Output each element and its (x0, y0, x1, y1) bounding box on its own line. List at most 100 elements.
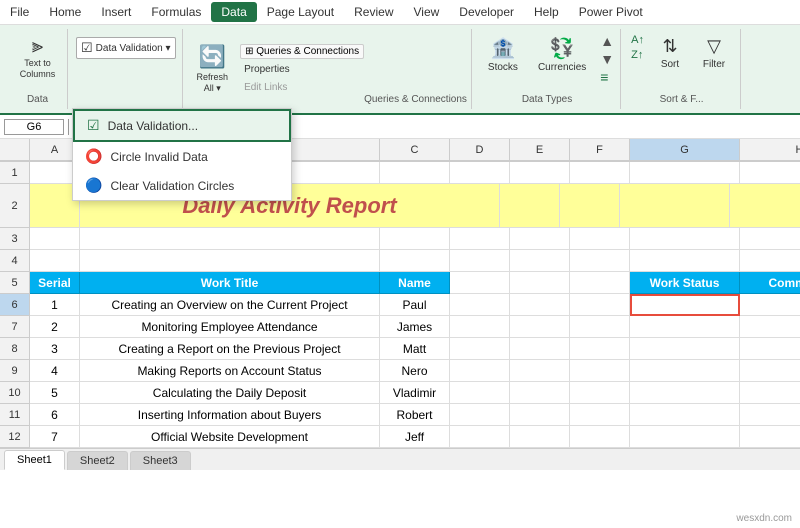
cell-c4[interactable] (380, 250, 450, 272)
menu-power-pivot[interactable]: Power Pivot (569, 2, 653, 22)
cell-f5[interactable] (570, 272, 630, 294)
cell-d4[interactable] (450, 250, 510, 272)
cell-a11[interactable]: 6 (30, 404, 80, 426)
cell-e5[interactable] (510, 272, 570, 294)
sheet-tab-1[interactable]: Sheet1 (4, 450, 65, 470)
cell-reference-input[interactable] (4, 119, 64, 135)
dropdown-data-validation[interactable]: ☑ Data Validation... (73, 109, 291, 142)
cell-f12[interactable] (570, 426, 630, 448)
cell-d8[interactable] (450, 338, 510, 360)
cell-h1[interactable] (740, 162, 800, 184)
filter-btn[interactable]: ▽ Filter (694, 33, 734, 73)
cell-h9[interactable] (740, 360, 800, 382)
row-header-7[interactable]: 7 (0, 316, 30, 338)
cell-c6[interactable]: Paul (380, 294, 450, 316)
row-header-12[interactable]: 12 (0, 426, 30, 448)
cell-f8[interactable] (570, 338, 630, 360)
cell-a6[interactable]: 1 (30, 294, 80, 316)
menu-page-layout[interactable]: Page Layout (257, 2, 344, 22)
cell-d6[interactable] (450, 294, 510, 316)
data-validation-btn[interactable]: ☑ Data Validation ▾ (76, 37, 176, 59)
currencies-btn[interactable]: 💱 Currencies (530, 33, 594, 85)
cell-b8[interactable]: Creating a Report on the Previous Projec… (80, 338, 380, 360)
cell-f4[interactable] (570, 250, 630, 272)
col-header-e[interactable]: E (510, 139, 570, 161)
cell-f10[interactable] (570, 382, 630, 404)
cell-c8[interactable]: Matt (380, 338, 450, 360)
row-header-3[interactable]: 3 (0, 228, 30, 250)
cell-g3[interactable] (630, 228, 740, 250)
cell-d5[interactable] (450, 272, 510, 294)
cell-e1[interactable] (510, 162, 570, 184)
cell-g6-selected[interactable] (630, 294, 740, 316)
cell-g7[interactable] (630, 316, 740, 338)
cell-h8[interactable] (740, 338, 800, 360)
col-header-d[interactable]: D (450, 139, 510, 161)
queries-connections-btn[interactable]: ⊞ Queries & Connections (240, 44, 364, 59)
dropdown-circle-invalid[interactable]: ⭕ Circle Invalid Data (73, 142, 291, 171)
row-header-8[interactable]: 8 (0, 338, 30, 360)
cell-g8[interactable] (630, 338, 740, 360)
row-header-10[interactable]: 10 (0, 382, 30, 404)
cell-c1[interactable] (380, 162, 450, 184)
col-header-f[interactable]: F (570, 139, 630, 161)
col-header-c[interactable]: C (380, 139, 450, 161)
cell-h2[interactable] (730, 184, 800, 228)
cell-e9[interactable] (510, 360, 570, 382)
row-header-11[interactable]: 11 (0, 404, 30, 426)
menu-review[interactable]: Review (344, 2, 403, 22)
menu-help[interactable]: Help (524, 2, 569, 22)
menu-insert[interactable]: Insert (91, 2, 141, 22)
cell-g9[interactable] (630, 360, 740, 382)
menu-data[interactable]: Data (211, 2, 256, 22)
cell-f1[interactable] (570, 162, 630, 184)
data-types-expand-down[interactable]: ▼ (600, 51, 614, 67)
cell-c12[interactable]: Jeff (380, 426, 450, 448)
properties-btn[interactable]: Properties (240, 62, 364, 77)
cell-h7[interactable] (740, 316, 800, 338)
cell-b7[interactable]: Monitoring Employee Attendance (80, 316, 380, 338)
cell-e6[interactable] (510, 294, 570, 316)
data-types-expand-up[interactable]: ▲ (600, 33, 614, 49)
cell-g1[interactable] (630, 162, 740, 184)
cell-d3[interactable] (450, 228, 510, 250)
menu-formulas[interactable]: Formulas (141, 2, 211, 22)
sort-btn[interactable]: ⇅ Sort (650, 33, 690, 73)
menu-home[interactable]: Home (39, 2, 91, 22)
row-header-9[interactable]: 9 (0, 360, 30, 382)
cell-d7[interactable] (450, 316, 510, 338)
cell-c10[interactable]: Vladimir (380, 382, 450, 404)
row-header-2[interactable]: 2 (0, 184, 30, 228)
cell-c9[interactable]: Nero (380, 360, 450, 382)
sort-az-btn[interactable]: A↑ (629, 33, 646, 47)
cell-b11[interactable]: Inserting Information about Buyers (80, 404, 380, 426)
cell-header-workstatus[interactable]: Work Status (630, 272, 740, 294)
col-header-g[interactable]: G (630, 139, 740, 161)
cell-f2[interactable] (560, 184, 620, 228)
row-header-1[interactable]: 1 (0, 162, 30, 184)
sheet-tab-3[interactable]: Sheet3 (130, 451, 191, 470)
cell-h3[interactable] (740, 228, 800, 250)
cell-e12[interactable] (510, 426, 570, 448)
cell-a10[interactable]: 5 (30, 382, 80, 404)
cell-e8[interactable] (510, 338, 570, 360)
cell-h12[interactable] (740, 426, 800, 448)
cell-f11[interactable] (570, 404, 630, 426)
dropdown-clear-circles[interactable]: 🔵 Clear Validation Circles (73, 171, 291, 200)
sheet-tab-2[interactable]: Sheet2 (67, 451, 128, 470)
cell-f9[interactable] (570, 360, 630, 382)
cell-b3[interactable] (80, 228, 380, 250)
cell-b4[interactable] (80, 250, 380, 272)
stocks-btn[interactable]: 🏦 Stocks (480, 33, 526, 85)
cell-d11[interactable] (450, 404, 510, 426)
cell-g10[interactable] (630, 382, 740, 404)
cell-header-name[interactable]: Name (380, 272, 450, 294)
refresh-all-btn[interactable]: 🔄 RefreshAll ▾ (189, 40, 237, 98)
row-header-4[interactable]: 4 (0, 250, 30, 272)
cell-a12[interactable]: 7 (30, 426, 80, 448)
cell-a4[interactable] (30, 250, 80, 272)
col-header-h[interactable]: H (740, 139, 800, 161)
cell-b6[interactable]: Creating an Overview on the Current Proj… (80, 294, 380, 316)
cell-e11[interactable] (510, 404, 570, 426)
cell-a8[interactable]: 3 (30, 338, 80, 360)
